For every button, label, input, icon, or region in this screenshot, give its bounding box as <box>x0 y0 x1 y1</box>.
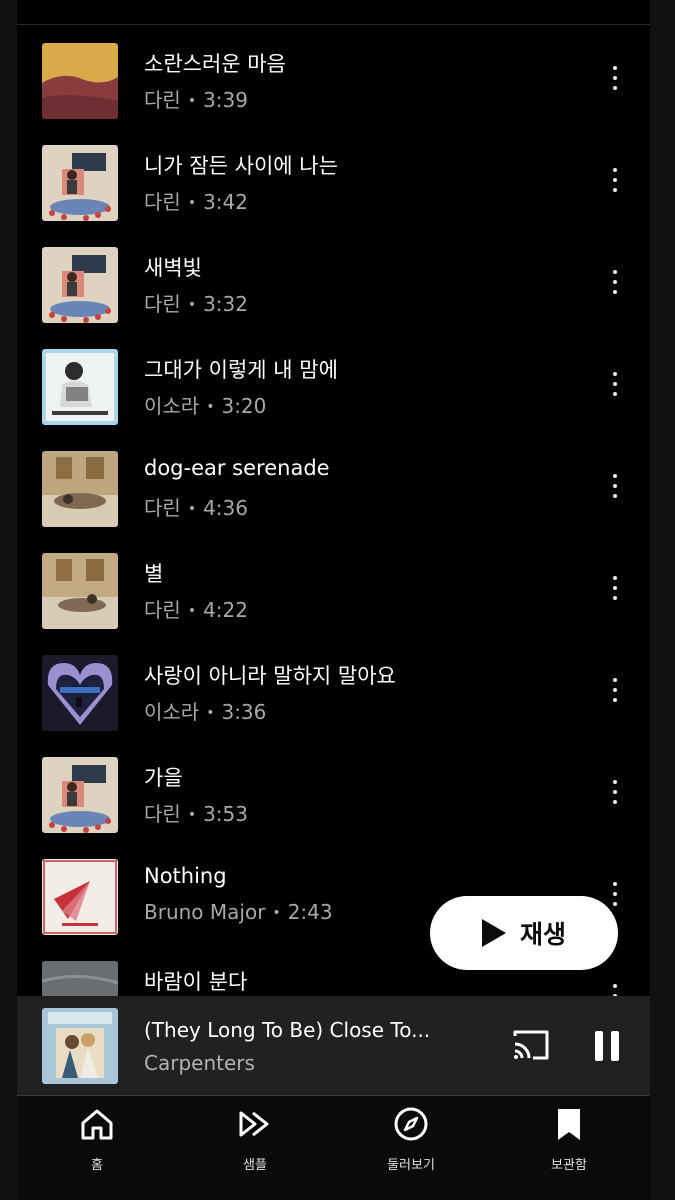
track-row[interactable]: 새벽빛 다린 • 3:32 <box>17 242 650 342</box>
track-artist: 이소라 <box>144 700 200 724</box>
separator: • <box>187 195 197 211</box>
cast-icon[interactable] <box>511 1028 551 1062</box>
nav-samples[interactable]: 샘플 <box>195 1106 315 1176</box>
separator: • <box>272 905 281 921</box>
home-icon <box>81 1109 113 1140</box>
track-row[interactable]: 가을 다린 • 3:53 <box>17 752 650 852</box>
separator: • <box>187 603 197 619</box>
track-meta: 다린 • 3:53 <box>144 798 248 827</box>
track-row[interactable]: 별 다린 • 4:22 <box>17 548 650 648</box>
compass-icon <box>394 1107 428 1141</box>
more-options-icon[interactable] <box>605 780 625 804</box>
track-list: 소란스러운 마음 다린 • 3:39 니가 잠든 사이에 나는 다린 • 3:42 <box>17 0 650 996</box>
now-playing-artist: Carpenters <box>144 1051 255 1075</box>
album-art <box>42 859 118 935</box>
play-icon <box>481 919 506 947</box>
more-options-icon[interactable] <box>605 984 625 996</box>
track-artist: 다린 <box>144 496 181 520</box>
nav-samples-label: 샘플 <box>243 1158 267 1173</box>
album-art <box>42 349 118 425</box>
track-duration: 2:43 <box>287 900 333 924</box>
more-options-icon[interactable] <box>605 474 625 498</box>
track-duration: 3:20 <box>221 394 267 418</box>
separator: • <box>206 399 215 415</box>
track-duration: 3:39 <box>203 88 248 112</box>
track-meta: 다린 • 4:36 <box>144 492 248 521</box>
track-title: 가을 <box>144 766 183 790</box>
track-meta: Bruno Major • 2:43 <box>144 900 333 924</box>
track-meta: 이소라 • 3:20 <box>144 390 266 419</box>
track-duration: 3:42 <box>203 190 248 214</box>
track-title: 니가 잠든 사이에 나는 <box>144 154 338 178</box>
separator: • <box>187 501 197 517</box>
track-meta: 다린 • 4:22 <box>144 594 248 623</box>
more-options-icon[interactable] <box>605 576 625 600</box>
track-title: 소란스러운 마음 <box>144 52 286 76</box>
track-row[interactable]: 소란스러운 마음 다린 • 3:39 <box>17 38 650 138</box>
track-duration: 3:53 <box>203 802 248 826</box>
more-options-icon[interactable] <box>605 270 625 294</box>
more-options-icon[interactable] <box>605 372 625 396</box>
nav-explore-label: 둘러보기 <box>387 1158 435 1173</box>
samples-icon <box>239 1111 269 1137</box>
track-artist: 다린 <box>144 190 181 214</box>
track-meta: 다린 • 3:32 <box>144 288 248 317</box>
track-artist: 다린 <box>144 88 181 112</box>
nav-home[interactable]: 홈 <box>37 1106 157 1176</box>
more-options-icon[interactable] <box>605 66 625 90</box>
track-row[interactable]: dog-ear serenade 다린 • 4:36 <box>17 446 650 546</box>
track-title: Nothing <box>144 864 227 888</box>
more-options-icon[interactable] <box>605 168 625 192</box>
now-playing-title: (They Long To Be) Close To... <box>144 1018 431 1042</box>
track-title: 새벽빛 <box>144 256 202 280</box>
mini-player[interactable]: (They Long To Be) Close To... Carpenters <box>17 996 650 1096</box>
track-meta: 다린 • 3:39 <box>144 84 248 113</box>
play-all-button[interactable]: 재생 <box>430 896 618 970</box>
track-artist: 다린 <box>144 292 181 316</box>
track-row[interactable]: 그대가 이렇게 내 맘에 이소라 • 3:20 <box>17 344 650 444</box>
nav-library-label: 보관함 <box>551 1158 587 1173</box>
track-title: 별 <box>144 562 164 586</box>
album-art <box>42 145 118 221</box>
separator: • <box>187 297 197 313</box>
album-art <box>42 655 118 731</box>
nav-explore[interactable]: 둘러보기 <box>351 1106 471 1176</box>
more-options-icon[interactable] <box>605 678 625 702</box>
track-row[interactable]: 사랑이 아니라 말하지 말아요 이소라 • 3:36 <box>17 650 650 750</box>
separator: • <box>187 93 197 109</box>
bottom-nav: 홈 샘플 둘러보기 보관함 <box>17 1096 650 1200</box>
track-title: 바람이 분다 <box>144 970 248 994</box>
separator: • <box>187 807 197 823</box>
album-art <box>42 961 118 996</box>
album-art <box>42 451 118 527</box>
more-options-icon[interactable] <box>605 882 625 906</box>
track-artist: 다린 <box>144 802 181 826</box>
track-artist: Bruno Major <box>144 900 266 924</box>
album-art <box>42 553 118 629</box>
track-title: 사랑이 아니라 말하지 말아요 <box>144 664 396 688</box>
track-duration: 3:36 <box>221 700 267 724</box>
play-label: 재생 <box>519 920 566 949</box>
bookmark-icon <box>558 1109 580 1140</box>
separator: • <box>206 705 215 721</box>
album-art <box>42 43 118 119</box>
pause-button[interactable] <box>595 1031 619 1061</box>
now-playing-art <box>42 1008 118 1084</box>
track-duration: 3:32 <box>203 292 248 316</box>
track-duration: 4:22 <box>203 598 248 622</box>
track-meta: 이소라 • 3:36 <box>144 696 266 725</box>
nav-home-label: 홈 <box>91 1158 103 1173</box>
track-title: dog-ear serenade <box>144 456 330 480</box>
track-meta: 다린 • 3:42 <box>144 186 248 215</box>
album-art <box>42 757 118 833</box>
album-art <box>42 247 118 323</box>
track-artist: 이소라 <box>144 394 200 418</box>
track-row[interactable]: 니가 잠든 사이에 나는 다린 • 3:42 <box>17 140 650 240</box>
nav-library[interactable]: 보관함 <box>509 1106 629 1176</box>
track-duration: 4:36 <box>203 496 248 520</box>
track-artist: 다린 <box>144 598 181 622</box>
track-title: 그대가 이렇게 내 맘에 <box>144 358 338 382</box>
